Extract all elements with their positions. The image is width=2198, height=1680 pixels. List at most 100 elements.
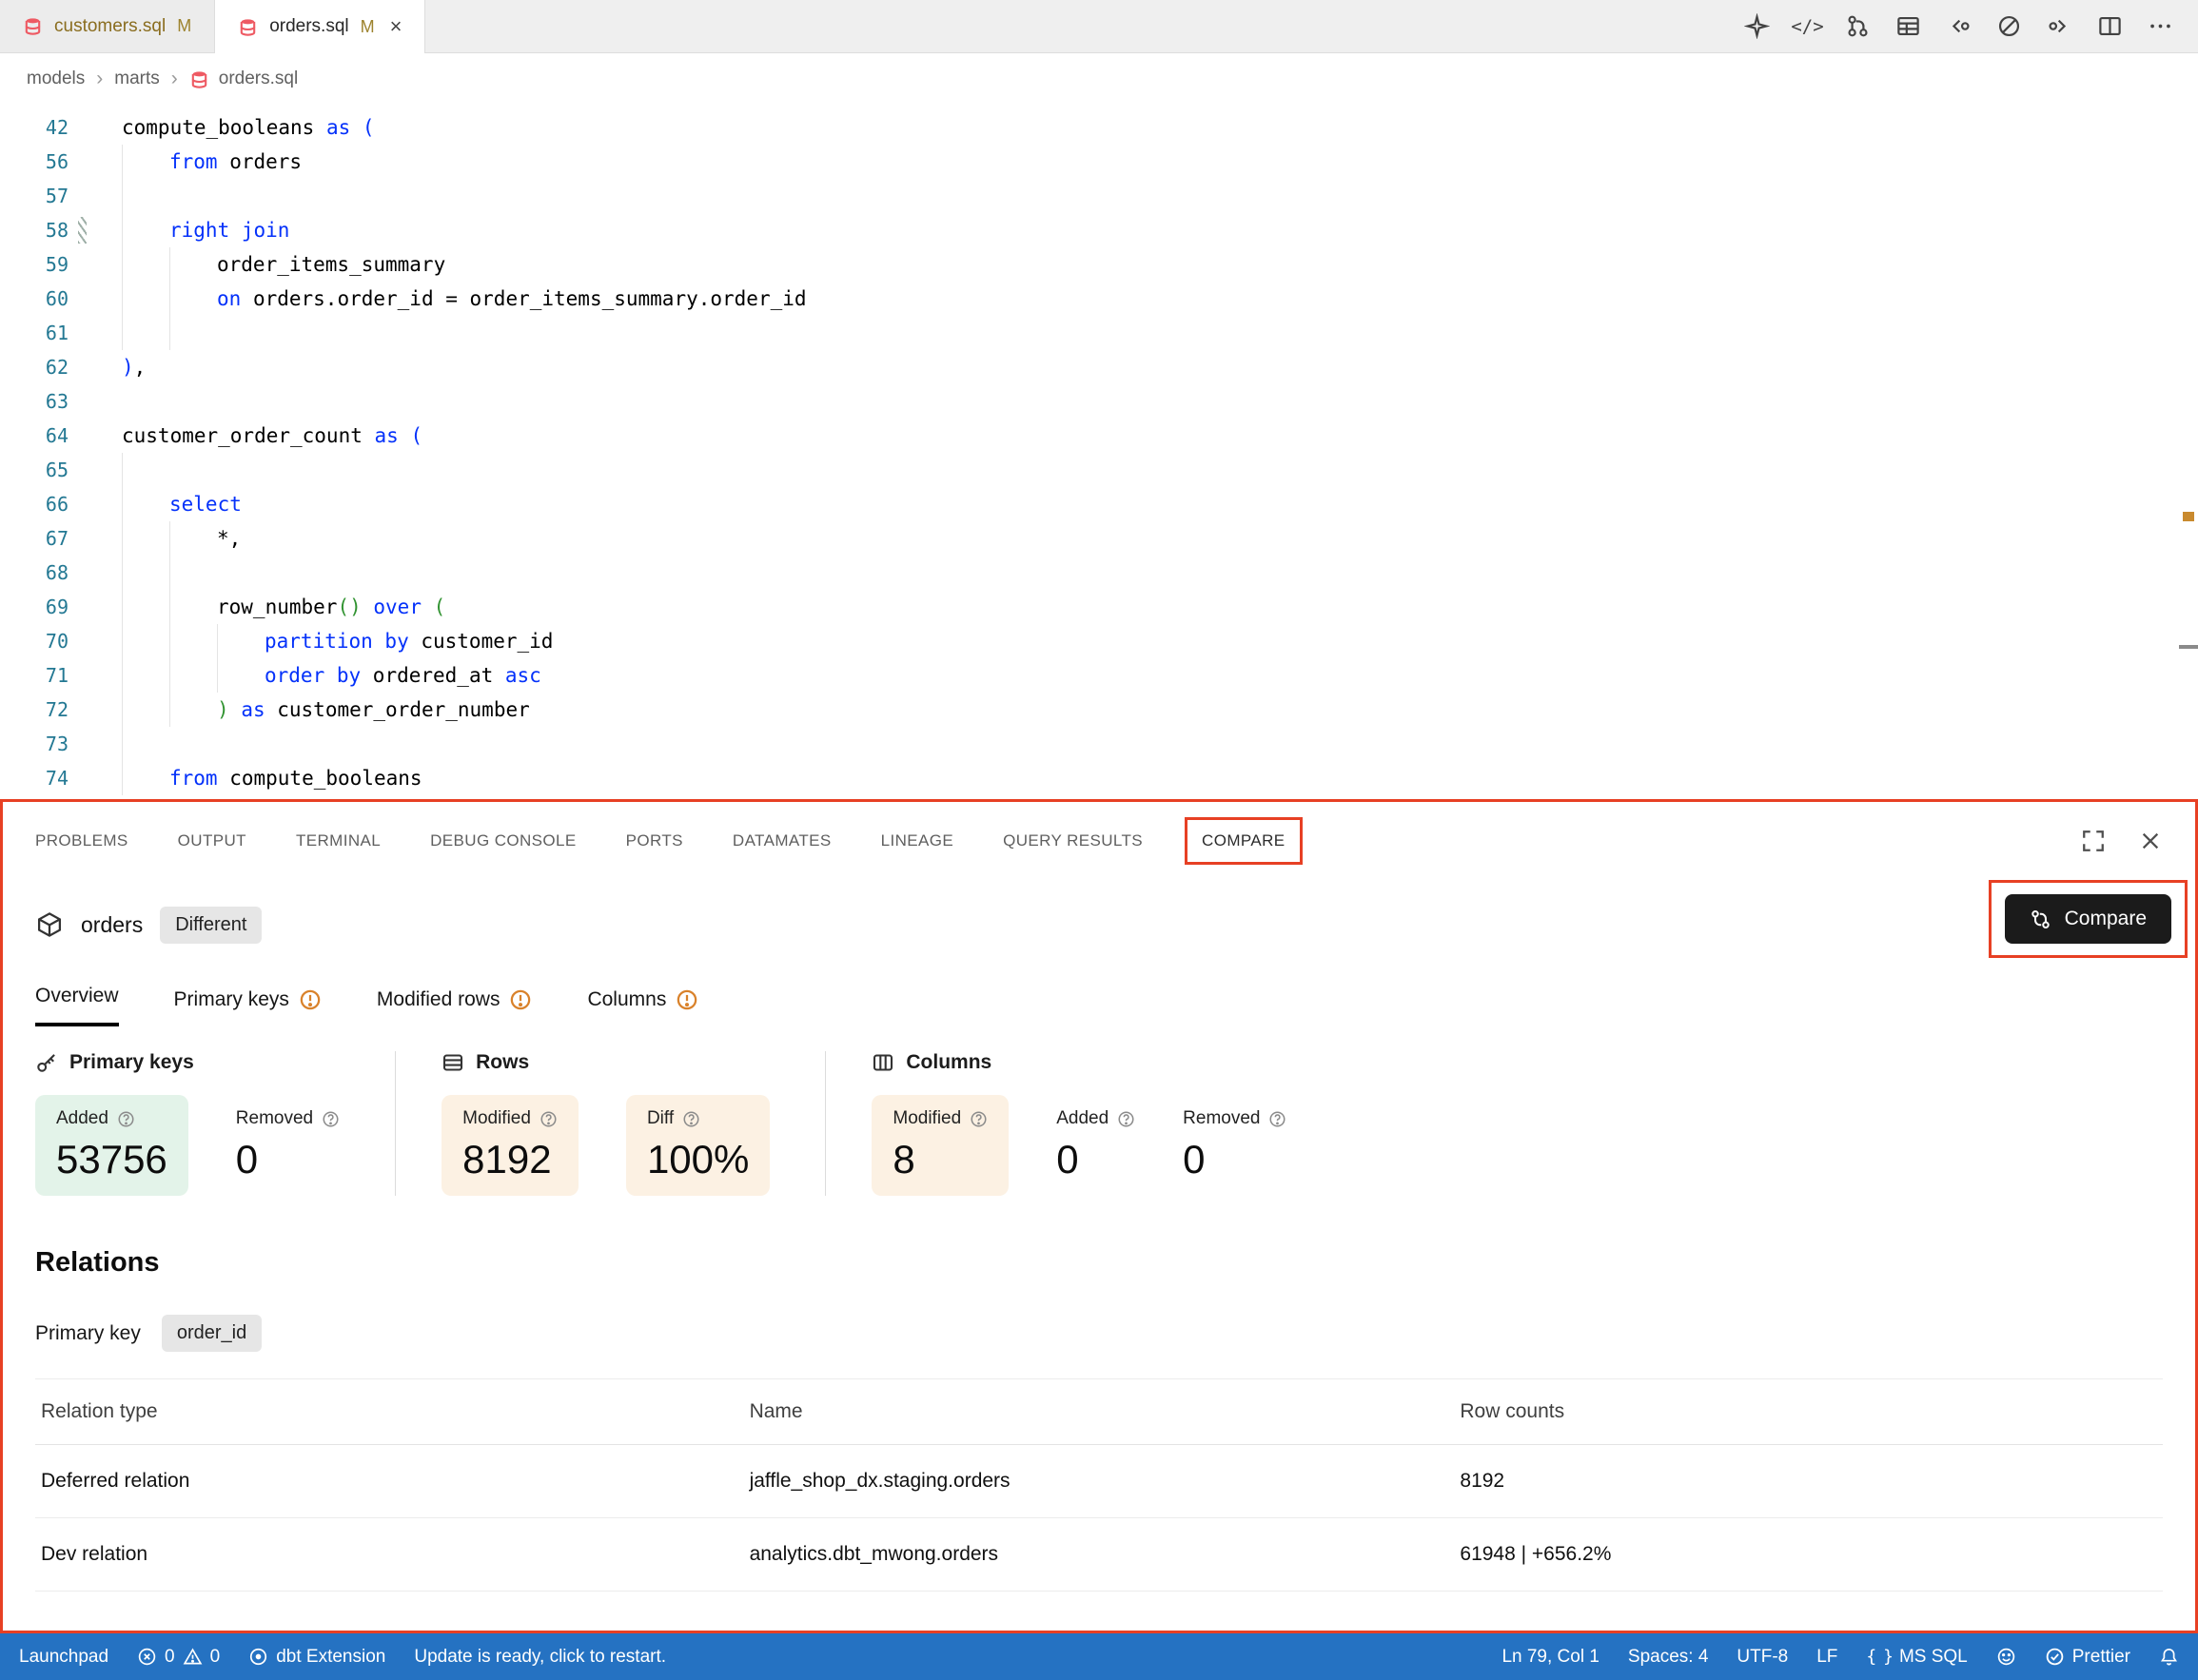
modified-badge: M xyxy=(361,17,375,37)
editor-scrollbar[interactable] xyxy=(2179,105,2198,799)
panel-tab-problems[interactable]: PROBLEMS xyxy=(35,831,128,850)
help-icon[interactable] xyxy=(1117,1110,1135,1128)
indent-guide xyxy=(122,658,169,693)
circle-slash-icon[interactable] xyxy=(1996,13,2022,39)
subtab-overview[interactable]: Overview xyxy=(35,985,119,1026)
line-content: ), xyxy=(122,356,146,379)
indent-guide xyxy=(122,145,169,179)
line-content: partition by customer_id xyxy=(122,630,553,653)
scrollbar-tick xyxy=(2179,645,2198,649)
split-editor-icon[interactable] xyxy=(2097,13,2123,39)
panel-tab-query-results[interactable]: QUERY RESULTS xyxy=(1003,831,1143,850)
panel-tab-lineage[interactable]: LINEAGE xyxy=(881,831,954,850)
line-number: 72 xyxy=(0,693,69,727)
status-label: Spaces: 4 xyxy=(1628,1647,1709,1668)
panel-tab-compare[interactable]: COMPARE xyxy=(1202,831,1285,850)
help-icon[interactable] xyxy=(1268,1110,1286,1128)
breadcrumb-item-orders-sql[interactable]: orders.sql xyxy=(189,68,298,89)
line-number: 67 xyxy=(0,521,69,556)
breadcrumb-separator: › xyxy=(171,68,178,90)
code-token: from xyxy=(169,767,218,790)
warning-icon xyxy=(183,1647,203,1667)
line-content: compute_booleans as ( xyxy=(122,116,375,139)
help-icon[interactable] xyxy=(322,1110,340,1128)
relation-cell: 8192 xyxy=(1454,1445,2163,1518)
vscode-window: customers.sql M orders.sql M × </> model… xyxy=(0,0,2198,1680)
line-content: order by ordered_at asc xyxy=(122,664,541,687)
help-icon[interactable] xyxy=(117,1110,135,1128)
circle-left-icon[interactable] xyxy=(1946,13,1972,39)
status-label: dbt Extension xyxy=(276,1647,385,1668)
status-language-mode[interactable]: { }MS SQL xyxy=(1866,1647,1967,1668)
status-update-message[interactable]: Update is ready, click to restart. xyxy=(414,1647,666,1668)
help-icon[interactable] xyxy=(682,1110,700,1128)
stat-value: 0 xyxy=(1056,1137,1135,1182)
status-problems[interactable]: 00 xyxy=(137,1647,220,1668)
panel-tab-datamates[interactable]: DATAMATES xyxy=(733,831,832,850)
code-line-62: 62), xyxy=(0,350,2198,384)
status-cursor-position[interactable]: Ln 79, Col 1 xyxy=(1501,1647,1599,1668)
table-icon[interactable] xyxy=(1895,13,1921,39)
help-icon[interactable] xyxy=(970,1110,988,1128)
bell-icon xyxy=(2159,1647,2179,1667)
close-tab-icon[interactable]: × xyxy=(390,14,402,39)
status-indentation[interactable]: Spaces: 4 xyxy=(1628,1647,1709,1668)
breadcrumb-label: models xyxy=(27,68,85,89)
status-eol[interactable]: LF xyxy=(1816,1647,1837,1668)
close-panel-icon[interactable] xyxy=(2138,829,2163,853)
indent-guide xyxy=(122,316,169,350)
panel-tab-debug-console[interactable]: DEBUG CONSOLE xyxy=(430,831,577,850)
code-editor[interactable]: 42compute_booleans as (56from orders5758… xyxy=(0,105,2198,799)
code-token: from xyxy=(169,150,218,173)
indent-guide xyxy=(169,658,217,693)
line-number: 60 xyxy=(0,282,69,316)
db-icon xyxy=(189,69,209,89)
code-token: orders.order_id = order_items_summary.or… xyxy=(241,287,806,310)
subtab-primary-keys[interactable]: Primary keys xyxy=(174,988,322,1026)
dbt-icon xyxy=(248,1647,268,1667)
panel-tab-ports[interactable]: PORTS xyxy=(626,831,683,850)
diff-status-badge: Different xyxy=(160,907,262,944)
indent-guide xyxy=(122,521,169,556)
line-content: on orders.order_id = order_items_summary… xyxy=(122,287,807,310)
relation-row-deferred-relation: Deferred relationjaffle_shop_dx.staging.… xyxy=(35,1445,2163,1518)
help-icon[interactable] xyxy=(540,1110,558,1128)
status-feedback[interactable] xyxy=(1996,1647,2016,1667)
status-launchpad[interactable]: Launchpad xyxy=(19,1647,108,1668)
line-content xyxy=(122,459,169,481)
git-branch-icon[interactable] xyxy=(1845,13,1871,39)
tab-customers-sql[interactable]: customers.sql M xyxy=(0,0,215,52)
compare-button[interactable]: Compare xyxy=(2005,894,2171,944)
sparkle-icon[interactable] xyxy=(1744,13,1770,39)
code-token: ( xyxy=(363,116,375,139)
code-token: compute_booleans xyxy=(218,767,422,790)
maximize-panel-icon[interactable] xyxy=(2081,829,2106,853)
subtab-columns[interactable]: Columns xyxy=(587,988,698,1026)
code-token: ( xyxy=(410,424,422,447)
stat-label-text: Modified xyxy=(893,1108,961,1129)
panel-tab-terminal[interactable]: TERMINAL xyxy=(296,831,381,850)
circle-right-icon[interactable] xyxy=(2047,13,2072,39)
status-notifications[interactable] xyxy=(2159,1647,2179,1667)
code-token xyxy=(350,116,363,139)
breadcrumb-item-marts[interactable]: marts xyxy=(114,68,160,89)
status-formatter[interactable]: Prettier xyxy=(2045,1647,2130,1668)
subtab-modified-rows[interactable]: Modified rows xyxy=(377,988,533,1026)
panel-tab-output[interactable]: OUTPUT xyxy=(178,831,246,850)
line-content: *, xyxy=(122,527,241,550)
status-encoding[interactable]: UTF-8 xyxy=(1737,1647,1788,1668)
ellipsis-icon[interactable] xyxy=(2148,13,2173,39)
line-number: 64 xyxy=(0,419,69,453)
bottom-panel: PROBLEMS OUTPUT TERMINAL DEBUG CONSOLE PORTS… xyxy=(0,799,2198,1633)
relations-table: Relation typeNameRow countsDeferred rela… xyxy=(35,1378,2163,1592)
code-line-73: 73 xyxy=(0,727,2198,761)
line-content xyxy=(122,733,169,755)
tab-orders-sql[interactable]: orders.sql M × xyxy=(215,0,425,53)
status-label: Prettier xyxy=(2072,1647,2130,1668)
code-line-59: 59order_items_summary xyxy=(0,247,2198,282)
code-icon[interactable]: </> xyxy=(1795,13,1820,39)
relations-heading: Relations xyxy=(35,1247,2195,1279)
breadcrumb-label: marts xyxy=(114,68,160,89)
breadcrumb-item-models[interactable]: models xyxy=(27,68,85,89)
status-dbt-extension[interactable]: dbt Extension xyxy=(248,1647,385,1668)
